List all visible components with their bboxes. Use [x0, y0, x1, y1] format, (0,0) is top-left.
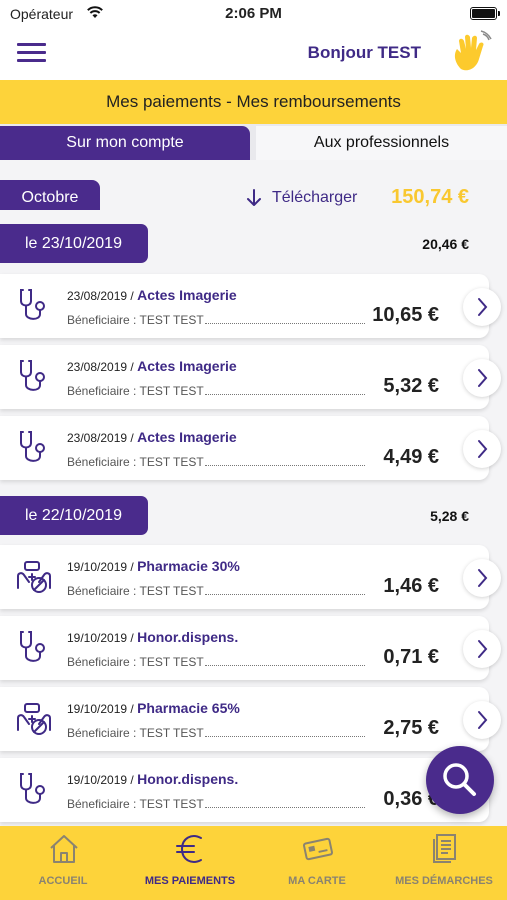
payment-line: 19/10/2019 / Pharmacie 30% [67, 558, 240, 574]
app-header: Bonjour TEST [0, 28, 507, 80]
month-selector[interactable]: Octobre [0, 180, 100, 210]
separator: / [130, 702, 134, 716]
payment-card[interactable]: 23/08/2019 / Actes Imagerie Béneficiaire… [0, 274, 501, 338]
tab-bar-top: Sur mon compte Aux professionnels [0, 124, 507, 160]
beneficiary: Béneficiaire : TEST TEST [67, 313, 204, 327]
act-label: Honor.dispens. [137, 629, 239, 645]
date-total: 20,46 € [422, 236, 469, 252]
arrow-down-icon [247, 189, 261, 206]
beneficiary: Béneficiaire : TEST TEST [67, 384, 204, 398]
page-banner: Mes paiements - Mes remboursements [0, 80, 507, 124]
payment-line: 23/08/2019 / Actes Imagerie [67, 358, 237, 374]
clock: 2:06 PM [225, 5, 282, 22]
date-group-header: le 22/10/2019 5,28 € [0, 496, 507, 536]
tab-ma-carte[interactable]: MA CARTE [254, 826, 380, 900]
beneficiary: Béneficiaire : TEST TEST [67, 455, 204, 469]
tab-accueil[interactable]: ACCUEIL [0, 826, 126, 900]
euro-icon [176, 835, 202, 863]
chevron-right-icon[interactable] [463, 701, 501, 739]
stethoscope-icon [20, 631, 45, 662]
pharmacy-icon [17, 561, 51, 593]
chevron-right-icon[interactable] [463, 430, 501, 468]
separator: / [130, 631, 134, 645]
download-button[interactable]: Télécharger [244, 188, 357, 208]
payment-amount: 1,46 € [383, 575, 439, 597]
search-button[interactable] [426, 746, 494, 814]
status-bar: Opérateur 2:06 PM [0, 0, 507, 28]
separator: / [130, 773, 134, 787]
payment-card[interactable]: 23/08/2019 / Actes Imagerie Béneficiaire… [0, 345, 501, 409]
chevron-right-icon[interactable] [463, 630, 501, 668]
date-pill: le 22/10/2019 [0, 496, 148, 535]
act-label: Pharmacie 65% [137, 700, 240, 716]
payment-amount: 5,32 € [383, 375, 439, 397]
payment-card[interactable]: 23/08/2019 / Actes Imagerie Béneficiaire… [0, 416, 501, 480]
stethoscope-icon [20, 360, 45, 391]
month-total: 150,74 € [391, 186, 469, 208]
act-label: Pharmacie 30% [137, 558, 240, 574]
payment-amount: 0,71 € [383, 646, 439, 668]
payment-card[interactable]: 19/10/2019 / Pharmacie 65% Béneficiaire … [0, 687, 501, 751]
payment-amount: 2,75 € [383, 717, 439, 739]
battery-icon [470, 7, 500, 20]
download-label: Télécharger [272, 189, 358, 206]
separator: / [130, 360, 134, 374]
chevron-right-icon[interactable] [463, 359, 501, 397]
beneficiary: Béneficiaire : TEST TEST [67, 797, 204, 811]
tab-mes-paiements[interactable]: MES PAIEMENTS [127, 826, 253, 900]
tab-label: MES DÉMARCHES [395, 875, 493, 887]
tab-mes-demarches[interactable]: MES DÉMARCHES [381, 826, 507, 900]
care-date: 23/08/2019 [67, 431, 128, 445]
separator: / [130, 431, 134, 445]
date-group-header: le 23/10/2019 20,46 € [0, 224, 507, 264]
separator: / [130, 560, 134, 574]
pharmacy-icon [17, 703, 51, 735]
payment-line: 19/10/2019 / Honor.dispens. [67, 771, 238, 787]
act-label: Actes Imagerie [137, 358, 237, 374]
care-date: 19/10/2019 [67, 631, 128, 645]
act-label: Actes Imagerie [137, 287, 237, 303]
hamburger-icon[interactable] [17, 43, 46, 63]
beneficiary: Béneficiaire : TEST TEST [67, 726, 204, 740]
stethoscope-icon [20, 289, 45, 320]
beneficiary: Béneficiaire : TEST TEST [67, 655, 204, 669]
act-label: Honor.dispens. [137, 771, 239, 787]
tab-aux-professionnels[interactable]: Aux professionnels [256, 126, 507, 160]
payment-card[interactable]: 19/10/2019 / Pharmacie 30% Béneficiaire … [0, 545, 501, 609]
search-icon [443, 763, 476, 796]
separator: / [130, 289, 134, 303]
act-label: Actes Imagerie [137, 429, 237, 445]
payment-amount: 4,49 € [383, 446, 439, 468]
payment-card[interactable]: 19/10/2019 / Honor.dispens. Béneficiaire… [0, 758, 489, 822]
tab-label: MES PAIEMENTS [144, 875, 236, 887]
waving-hand-icon[interactable] [447, 29, 495, 77]
care-date: 23/08/2019 [67, 289, 128, 303]
bottom-tab-bar: ACCUEIL MES PAIEMENTS MA CARTE MES DÉMAR… [0, 826, 507, 900]
care-date: 23/08/2019 [67, 360, 128, 374]
payment-line: 23/08/2019 / Actes Imagerie [67, 287, 237, 303]
card-icon [302, 837, 334, 861]
care-date: 19/10/2019 [67, 702, 128, 716]
care-date: 19/10/2019 [67, 773, 128, 787]
tab-sur-mon-compte[interactable]: Sur mon compte [0, 126, 250, 160]
beneficiary: Béneficiaire : TEST TEST [67, 584, 204, 598]
stethoscope-icon [20, 773, 45, 804]
date-total: 5,28 € [430, 508, 469, 524]
chevron-right-icon[interactable] [463, 559, 501, 597]
care-date: 19/10/2019 [67, 560, 128, 574]
payment-line: 23/08/2019 / Actes Imagerie [67, 429, 237, 445]
documents-icon [433, 834, 456, 863]
date-pill: le 23/10/2019 [0, 224, 148, 263]
tab-label: ACCUEIL [38, 875, 88, 887]
tab-label: MA CARTE [288, 875, 346, 887]
stethoscope-icon [20, 431, 45, 462]
payment-line: 19/10/2019 / Honor.dispens. [67, 629, 238, 645]
month-row: Octobre Télécharger 150,74 € [0, 180, 507, 210]
payment-card[interactable]: 19/10/2019 / Honor.dispens. Béneficiaire… [0, 616, 501, 680]
payment-amount: 10,65 € [372, 304, 439, 326]
home-icon [50, 835, 78, 863]
payment-line: 19/10/2019 / Pharmacie 65% [67, 700, 240, 716]
greeting-text: Bonjour TEST [307, 43, 421, 62]
chevron-right-icon[interactable] [463, 288, 501, 326]
